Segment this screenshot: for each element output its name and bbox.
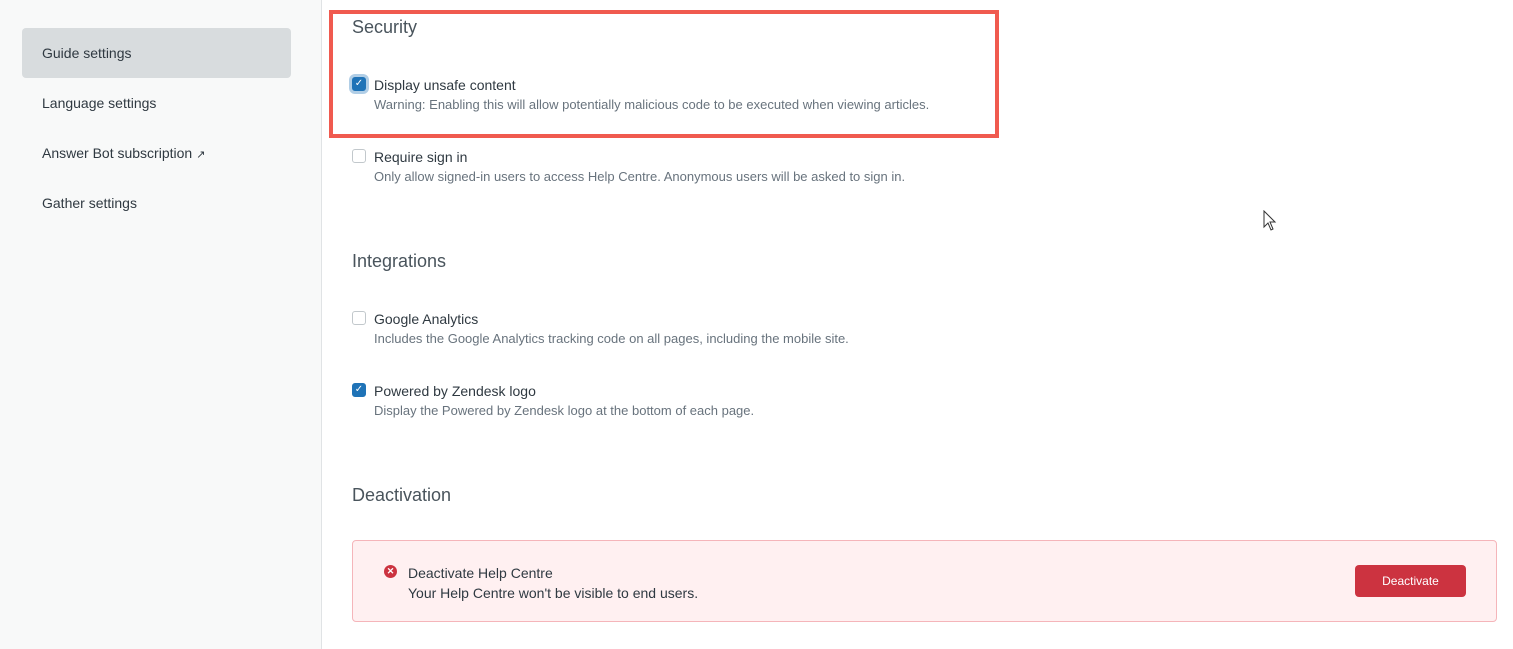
option-description: Display the Powered by Zendesk logo at t… — [374, 403, 755, 418]
checkbox-display-unsafe-content[interactable]: ✓ — [352, 77, 366, 91]
sidebar-item-language-settings[interactable]: Language settings — [22, 78, 291, 128]
sidebar-item-label: Guide settings — [42, 45, 132, 61]
sidebar: Guide settings Language settings Answer … — [0, 0, 322, 649]
sidebar-item-label: Language settings — [42, 95, 157, 111]
deactivate-alert: ✕ Deactivate Help Centre Your Help Centr… — [352, 540, 1497, 622]
option-description: Only allow signed-in users to access Hel… — [374, 169, 906, 184]
section-title-integrations: Integrations — [352, 251, 447, 271]
alert-description: Your Help Centre won't be visible to end… — [408, 585, 699, 601]
sidebar-item-label: Answer Bot subscription — [42, 145, 193, 161]
alert-title: Deactivate Help Centre — [408, 565, 553, 581]
checkbox-require-sign-in[interactable] — [352, 149, 366, 163]
sidebar-item-guide-settings[interactable]: Guide settings — [22, 28, 291, 78]
checkbox-powered-by-zendesk[interactable]: ✓ — [352, 383, 366, 397]
option-display-unsafe-content: ✓ Display unsafe content Warning: Enabli… — [352, 75, 929, 115]
option-description: Includes the Google Analytics tracking c… — [374, 331, 849, 346]
error-icon: ✕ — [384, 565, 397, 578]
option-label[interactable]: Require sign in — [374, 147, 905, 167]
external-link-icon: ↗ — [196, 149, 206, 161]
option-require-sign-in: Require sign in Only allow signed-in use… — [352, 147, 905, 187]
option-label[interactable]: Google Analytics — [374, 309, 849, 329]
option-google-analytics: Google Analytics Includes the Google Ana… — [352, 309, 849, 349]
sidebar-item-label: Gather settings — [42, 195, 137, 211]
section-title-security: Security — [352, 17, 418, 37]
section-title-deactivation: Deactivation — [352, 485, 452, 505]
option-label[interactable]: Display unsafe content — [374, 75, 929, 95]
deactivate-button[interactable]: Deactivate — [1355, 565, 1466, 597]
checkbox-google-analytics[interactable] — [352, 311, 366, 325]
option-powered-by-zendesk: ✓ Powered by Zendesk logo Display the Po… — [352, 381, 754, 421]
mouse-cursor-icon — [1263, 210, 1277, 231]
highlight-box — [329, 10, 999, 138]
sidebar-item-answer-bot-subscription[interactable]: Answer Bot subscription ↗ — [22, 128, 291, 178]
sidebar-item-gather-settings[interactable]: Gather settings — [22, 178, 291, 228]
option-description: Warning: Enabling this will allow potent… — [374, 97, 930, 112]
option-label[interactable]: Powered by Zendesk logo — [374, 381, 754, 401]
